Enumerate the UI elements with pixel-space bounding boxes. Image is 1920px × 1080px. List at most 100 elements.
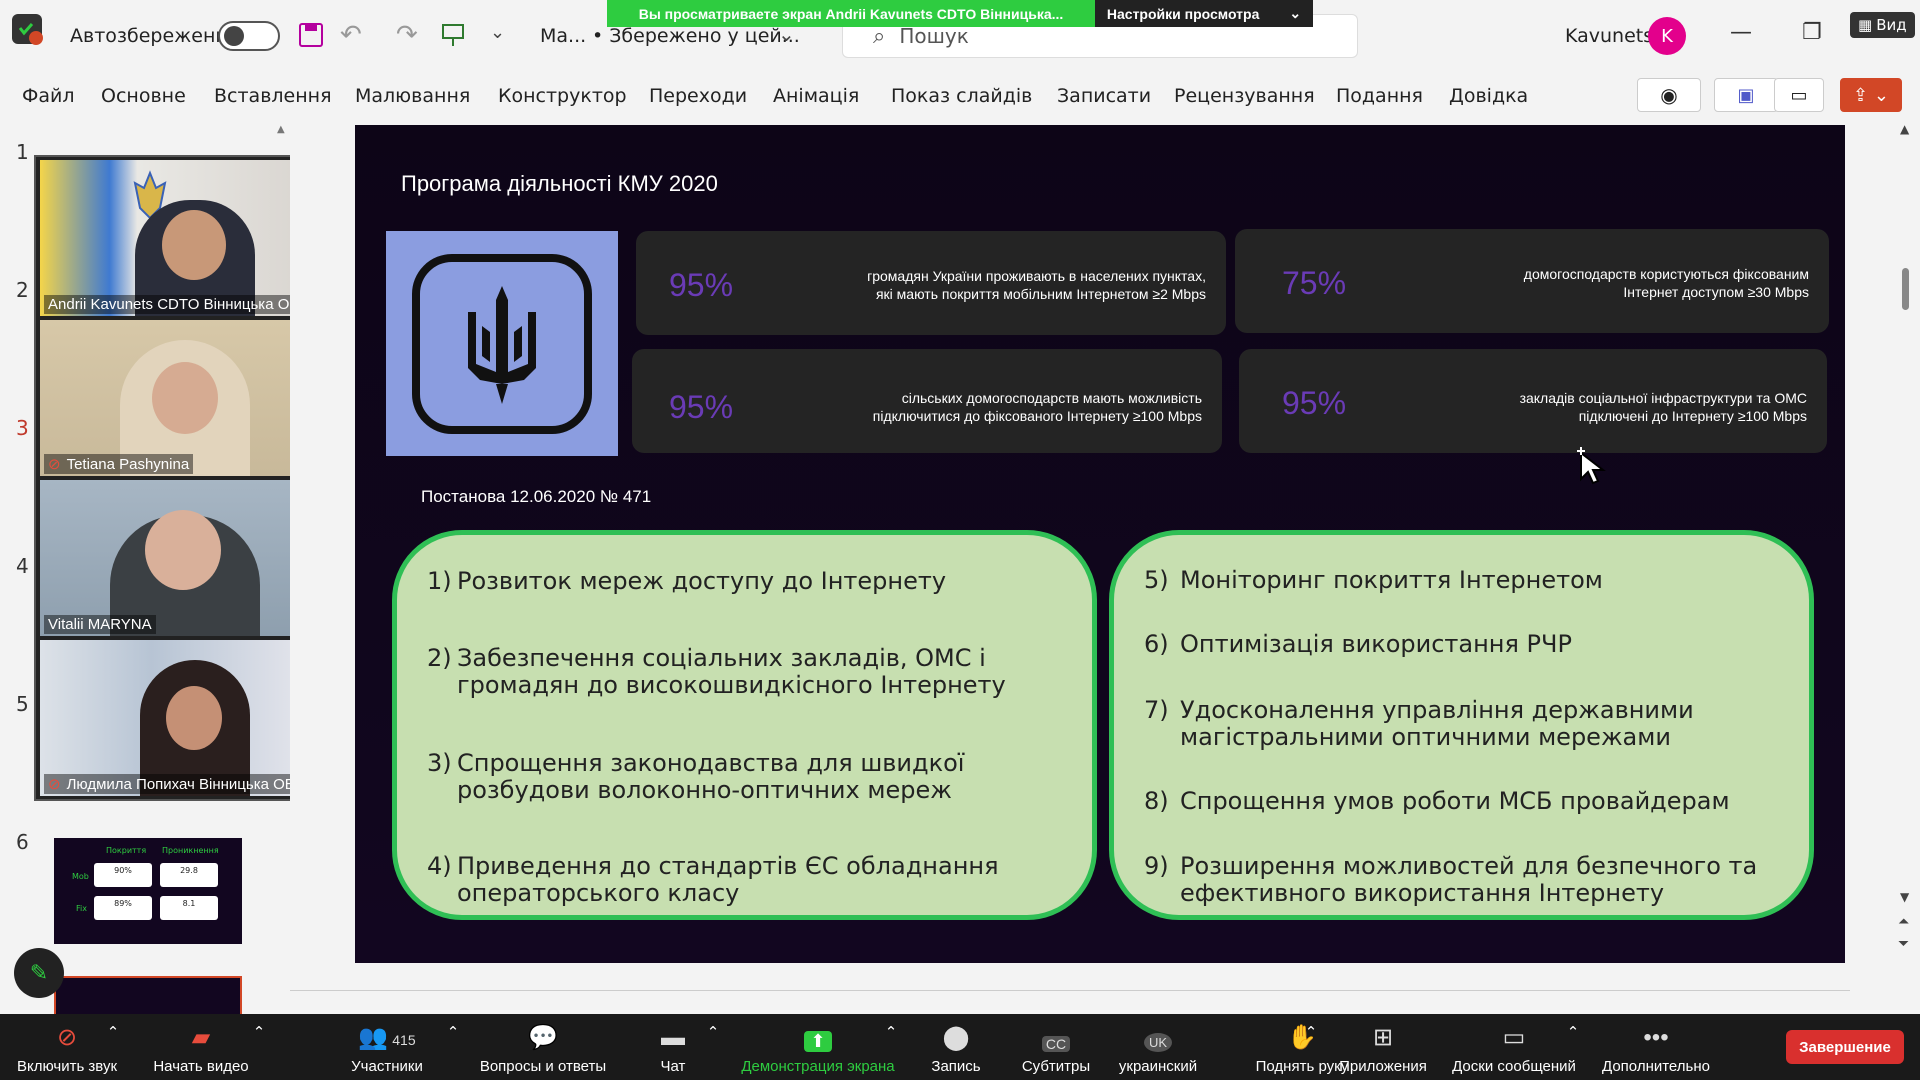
whiteboard-icon: ▭ bbox=[1502, 1024, 1526, 1051]
tab-help[interactable]: Довідка bbox=[1449, 85, 1528, 107]
share-button[interactable]: ⇪ ⌄ bbox=[1840, 78, 1902, 112]
file-name[interactable]: Ма... bbox=[540, 25, 586, 47]
stat-description: громадян України проживають в населених … bbox=[867, 268, 1206, 302]
redo-icon[interactable]: ↷ bbox=[396, 20, 418, 50]
tab-design[interactable]: Конструктор bbox=[498, 85, 627, 107]
minimize-icon[interactable]: — bbox=[1730, 20, 1752, 45]
subtitles-button[interactable]: CC Субтитры bbox=[1016, 1014, 1096, 1080]
powerpoint-window: Автозбереження ↶ ↷ ⌄ Ма... • Збережено у… bbox=[0, 0, 1920, 1080]
scroll-thumb[interactable] bbox=[1902, 268, 1909, 310]
slide-title: Програма діяльності КМУ 2020 bbox=[401, 171, 718, 196]
share-icon: ⇪ ⌄ bbox=[1853, 84, 1889, 106]
tab-view[interactable]: Подання bbox=[1336, 85, 1423, 107]
cc-icon: CC bbox=[1041, 1036, 1071, 1052]
end-meeting-button[interactable]: Завершение bbox=[1786, 1030, 1904, 1064]
apps-button[interactable]: ⊞ Приложения bbox=[1338, 1014, 1428, 1080]
teams-present-button[interactable]: ▣ bbox=[1714, 78, 1778, 112]
pen-tool-button[interactable]: ✎ bbox=[14, 948, 64, 998]
tab-insert[interactable]: Вставлення bbox=[214, 85, 332, 107]
chevron-down-icon: ⌄ bbox=[1289, 5, 1302, 21]
tab-review[interactable]: Рецензування bbox=[1174, 85, 1315, 107]
chevron-up-icon: ⌃ bbox=[706, 1024, 720, 1041]
save-icon[interactable] bbox=[298, 22, 324, 48]
avatar[interactable]: K bbox=[1648, 17, 1686, 55]
view-settings-label: Настройки просмотра bbox=[1106, 5, 1260, 22]
tab-record[interactable]: Записати bbox=[1057, 85, 1151, 107]
chevron-up-icon: ⌃ bbox=[252, 1024, 266, 1041]
stat-percent: 75% bbox=[1282, 265, 1347, 301]
share-banner-message: Вы просматриваете экран Andrii Kavunets … bbox=[607, 0, 1095, 27]
stat-percent: 95% bbox=[1282, 385, 1347, 421]
view-label: Вид bbox=[1876, 16, 1907, 34]
vertical-scrollbar[interactable]: ▲ ▼ ⏶ ⏷ bbox=[1895, 118, 1917, 1014]
slide-number: 4 bbox=[16, 554, 29, 578]
comments-button[interactable]: ▭ bbox=[1774, 78, 1824, 112]
chevron-up-icon: ⌃ bbox=[446, 1024, 460, 1041]
whiteboards-button[interactable]: ▭ Доски сообщений bbox=[1448, 1014, 1580, 1080]
muted-mic-icon: ⊘ bbox=[48, 776, 61, 793]
chat-button[interactable]: ▬ Чат bbox=[648, 1014, 698, 1080]
start-video-button[interactable]: ▰ Начать видео bbox=[146, 1014, 256, 1080]
record-button[interactable]: ◉ bbox=[1637, 78, 1701, 112]
thumb-cell: 89% bbox=[94, 896, 152, 920]
priorities-panel-left: 1) Розвиток мереж доступу до Інтернету 2)… bbox=[392, 530, 1097, 920]
stat-description: закладів соціальної інфраструктури та ОМ… bbox=[1519, 390, 1807, 424]
customize-toolbar-icon[interactable]: ⌄ bbox=[490, 22, 505, 43]
muted-mic-icon: ⊘ bbox=[48, 456, 61, 473]
more-button[interactable]: ••• Дополнительно bbox=[1598, 1014, 1714, 1080]
save-status[interactable]: • Збережено у цей... bbox=[592, 25, 800, 47]
present-icon[interactable] bbox=[440, 22, 466, 48]
scroll-down-icon[interactable]: ▼ bbox=[1900, 890, 1909, 904]
participant-name: Andrii Kavunets CDTO Вінницька ОВА bbox=[44, 295, 313, 314]
share-screen-icon: ⬆ bbox=[804, 1031, 832, 1052]
trident-icon bbox=[412, 253, 592, 434]
user-name[interactable]: Kavunets bbox=[1565, 25, 1653, 47]
screen-share-banner: Вы просматриваете экран Andrii Kavunets … bbox=[607, 0, 1313, 27]
scroll-up-icon[interactable]: ▲ bbox=[277, 124, 285, 135]
video-tile[interactable]: ⊘ Tetiana Pashynina bbox=[40, 320, 318, 476]
slide-canvas[interactable]: Програма діяльності КМУ 2020 95% громадя… bbox=[355, 125, 1845, 963]
whiteboard-options-chevron[interactable]: ⌃ bbox=[1564, 1014, 1582, 1080]
chevron-up-icon: ⌃ bbox=[1566, 1024, 1580, 1041]
priority-item: 9) Розширення можливостей для безпечного… bbox=[1144, 852, 1758, 907]
participants-button[interactable]: 👥 415 Участники bbox=[342, 1014, 432, 1080]
tab-home[interactable]: Основне bbox=[101, 85, 186, 107]
participants-options-chevron[interactable]: ⌃ bbox=[444, 1014, 462, 1080]
qa-button[interactable]: 💬 Вопросы и ответы bbox=[476, 1014, 610, 1080]
slide-thumbnail-7[interactable] bbox=[54, 976, 242, 1014]
view-settings-button[interactable]: Настройки просмотра ⌄ bbox=[1095, 0, 1313, 27]
participant-name: ⊘ Людмила Попихач Вінницька ОВА bbox=[44, 774, 309, 794]
tab-animations[interactable]: Анімація bbox=[773, 85, 859, 107]
pen-icon: ✎ bbox=[29, 960, 49, 986]
autosave-toggle[interactable] bbox=[218, 21, 280, 51]
record-button[interactable]: ⬤ Запись bbox=[926, 1014, 986, 1080]
video-options-chevron[interactable]: ⌃ bbox=[250, 1014, 268, 1080]
share-options-chevron[interactable]: ⌃ bbox=[882, 1014, 900, 1080]
slide-thumbnail-6[interactable]: Покриття Проникнення Mob Fix 90% 29.8 89… bbox=[54, 838, 242, 944]
thumb-col-1: Покриття bbox=[106, 846, 147, 855]
language-button[interactable]: UK украинский bbox=[1110, 1014, 1206, 1080]
video-tile[interactable]: Andrii Kavunets CDTO Вінницька ОВА bbox=[40, 160, 318, 316]
more-icon: ••• bbox=[1643, 1024, 1669, 1051]
scroll-up-icon[interactable]: ▲ bbox=[1900, 122, 1909, 136]
restore-icon[interactable]: ❐ bbox=[1802, 20, 1822, 45]
tab-file[interactable]: Файл bbox=[22, 85, 75, 107]
reactions-options-chevron[interactable]: ⌃ bbox=[1302, 1014, 1320, 1080]
video-tile[interactable]: ⊘ Людмила Попихач Вінницька ОВА bbox=[40, 640, 318, 796]
participant-face bbox=[166, 686, 222, 750]
audio-options-chevron[interactable]: ⌃ bbox=[104, 1014, 122, 1080]
tab-draw[interactable]: Малювання bbox=[355, 85, 470, 107]
tab-slideshow[interactable]: Показ слайдів bbox=[891, 85, 1032, 107]
previous-slide-icon[interactable]: ⏶ bbox=[1898, 914, 1909, 930]
video-tile[interactable]: Vitalii MARYNA bbox=[40, 480, 318, 636]
thumb-cell: 8.1 bbox=[160, 896, 218, 920]
zoom-view-button[interactable]: ▦ Вид bbox=[1850, 12, 1915, 38]
chat-options-chevron[interactable]: ⌃ bbox=[704, 1014, 722, 1080]
notes-divider[interactable] bbox=[290, 990, 1850, 1014]
tab-transitions[interactable]: Переходи bbox=[649, 85, 747, 107]
share-screen-button[interactable]: ⬆ Демонстрация экрана bbox=[736, 1014, 900, 1080]
next-slide-icon[interactable]: ⏷ bbox=[1898, 936, 1909, 952]
participants-count: 415 bbox=[392, 1032, 416, 1048]
undo-icon[interactable]: ↶ bbox=[340, 20, 362, 50]
thumb-col-2: Проникнення bbox=[162, 846, 219, 855]
